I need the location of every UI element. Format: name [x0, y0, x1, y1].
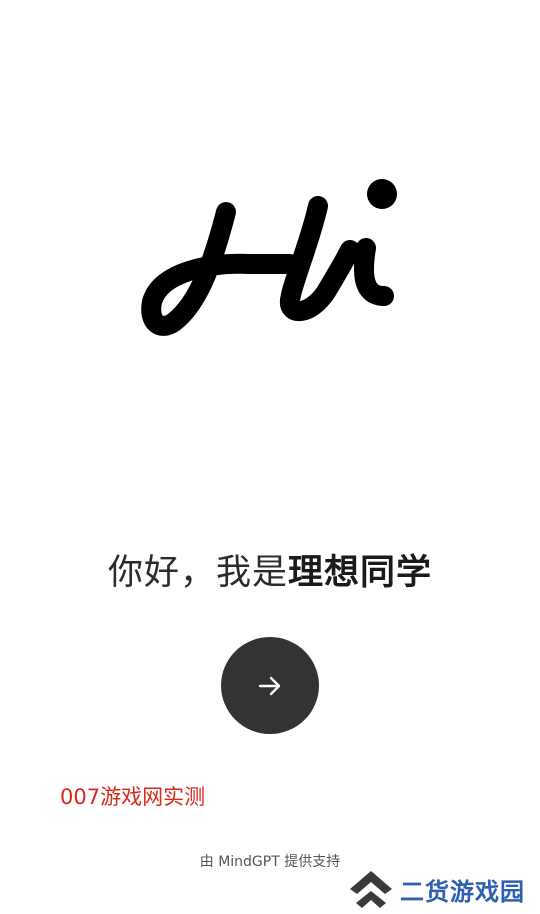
- watermark-007-label: 007游戏网实测: [60, 785, 206, 809]
- assistant-name: 理想同学: [288, 553, 433, 593]
- start-button[interactable]: [221, 637, 319, 734]
- watermark-brand-label: 二货游戏园: [400, 877, 525, 906]
- greeting-prefix: 你好，我是: [107, 553, 288, 593]
- double-chevron-up-icon: [350, 871, 392, 908]
- hi-logo: [141, 179, 397, 336]
- arrow-right-icon: [258, 676, 281, 695]
- watermark-brand: 二货游戏园: [348, 866, 525, 912]
- greeting-text: 你好，我是理想同学: [0, 548, 540, 598]
